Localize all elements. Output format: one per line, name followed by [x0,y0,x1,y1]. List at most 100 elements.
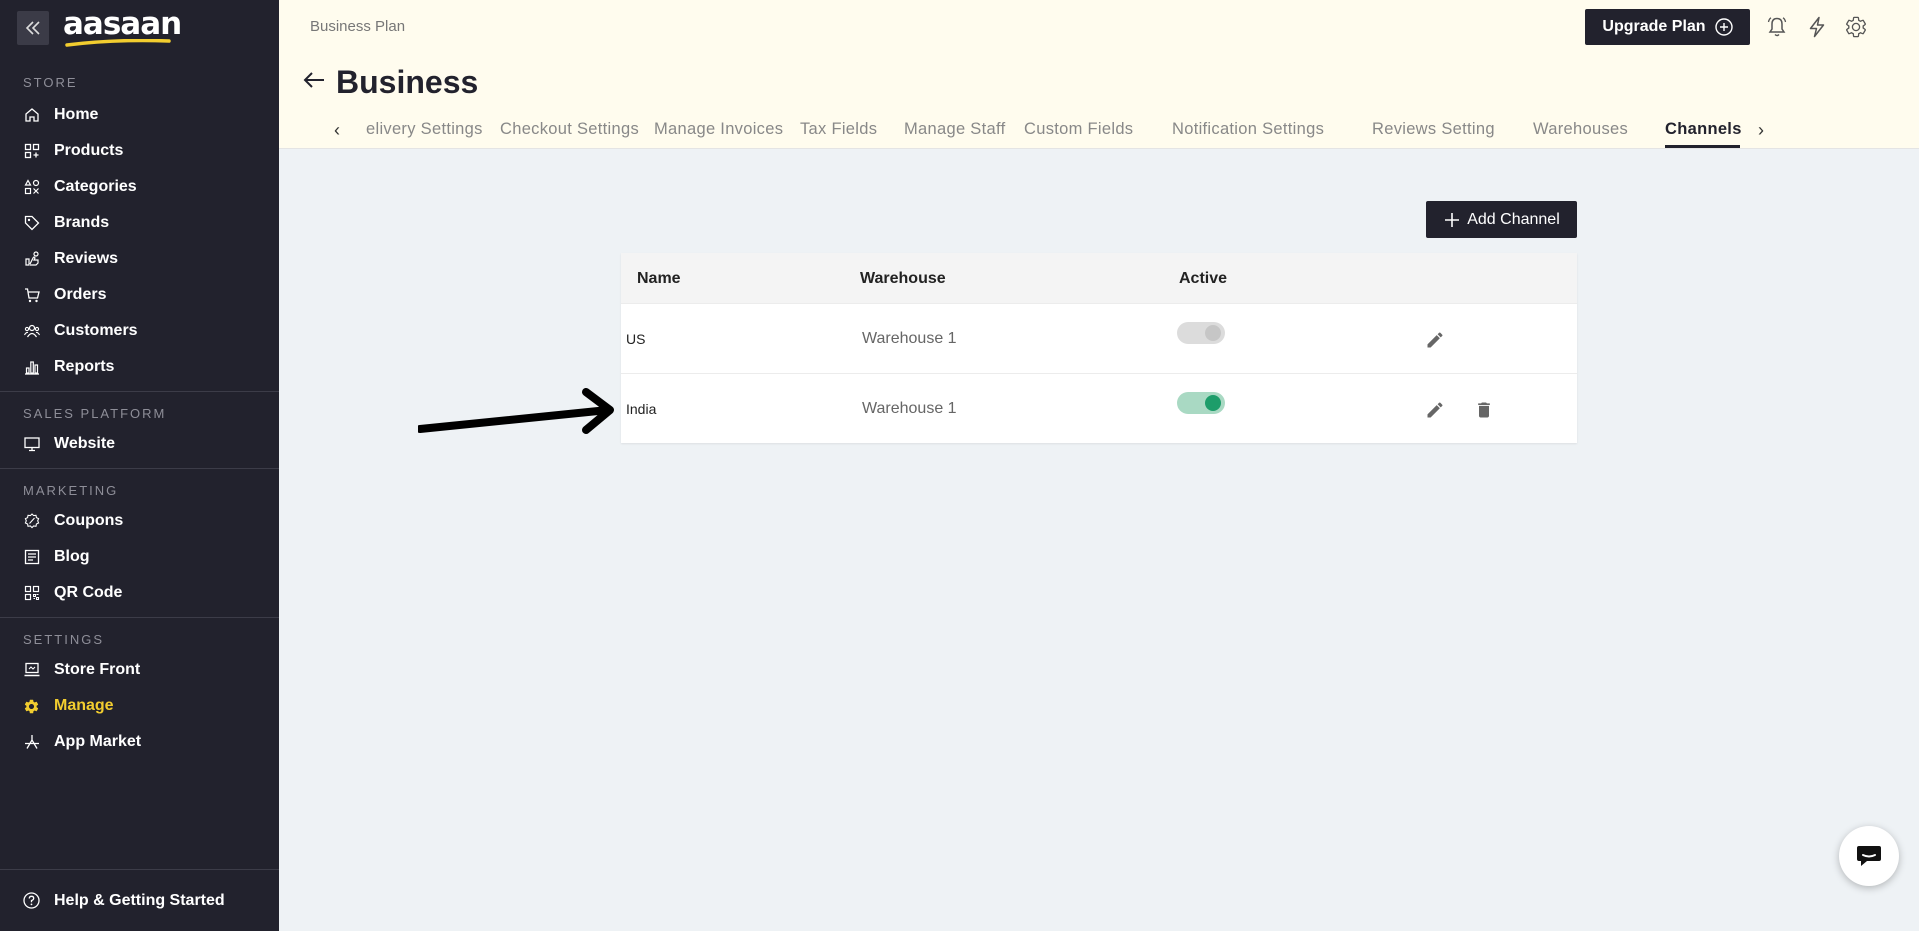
users-icon [23,323,40,340]
sidebar-item-label: Coupons [54,512,124,529]
store-front-icon [23,662,40,679]
settings-gear-icon[interactable] [1844,15,1868,39]
channel-name: India [626,401,657,417]
tab-custom-fields[interactable]: Custom Fields [1024,120,1133,139]
table-header: Name Warehouse Active [621,253,1577,303]
bar-chart-icon [23,359,40,376]
sidebar-header: aasaan [0,0,279,55]
gear-icon [23,698,40,715]
column-warehouse: Warehouse [860,270,946,287]
add-channel-button[interactable]: Add Channel [1426,201,1577,238]
monitor-icon [23,436,40,453]
sidebar-item-label: Products [54,142,124,159]
plus-circle-icon [1714,18,1733,36]
chat-bubble-icon [1857,846,1881,866]
toggle-knob [1205,325,1221,341]
table-row: India Warehouse 1 [621,373,1577,443]
tabs-scroll-right-icon[interactable]: › [1753,120,1769,141]
sidebar-item-customers[interactable]: Customers [0,313,279,349]
help-getting-started[interactable]: Help & Getting Started [0,869,279,931]
logo-swoosh [65,39,171,47]
sidebar-item-label: Website [54,435,116,452]
categories-icon [23,179,40,196]
tab-delivery-settings[interactable]: elivery Settings [366,120,483,139]
sidebar-item-home[interactable]: Home [0,97,279,133]
lightning-icon[interactable] [1805,15,1829,39]
channel-name: US [626,331,646,347]
collapse-sidebar-button[interactable] [17,10,49,45]
header: Business Plan Upgrade Plan Business ‹ el… [279,0,1919,149]
tab-notification-settings[interactable]: Notification Settings [1172,120,1324,139]
sidebar-item-label: Reviews [54,250,119,267]
section-store: STORE [23,75,78,90]
sidebar-item-categories[interactable]: Categories [0,169,279,205]
add-channel-label: Add Channel [1467,210,1560,228]
blog-icon [23,549,40,566]
help-icon [23,892,40,909]
edit-pencil-icon[interactable] [1425,330,1445,350]
tab-warehouses[interactable]: Warehouses [1533,120,1628,139]
tab-manage-staff[interactable]: Manage Staff [904,120,1005,139]
tabs-scroll-left-icon[interactable]: ‹ [329,120,345,141]
sidebar-item-website[interactable]: Website [0,426,279,462]
back-arrow-icon[interactable] [302,70,326,90]
column-active: Active [1179,270,1228,287]
sidebar-item-coupons[interactable]: Coupons [0,503,279,539]
tab-channels[interactable]: Channels [1665,120,1742,139]
active-tab-indicator [1665,145,1740,148]
sidebar: aasaan STORE Home Products Categories Br… [0,0,279,931]
tab-reviews-setting[interactable]: Reviews Setting [1372,120,1495,139]
sidebar-item-orders[interactable]: Orders [0,277,279,313]
page-title: Business [336,64,479,100]
tab-tax-fields[interactable]: Tax Fields [800,120,877,139]
notifications-bell-icon[interactable] [1765,15,1789,39]
edit-pencil-icon[interactable] [1425,400,1445,420]
cart-icon [23,287,40,304]
reviews-icon [23,251,40,268]
tag-icon [23,215,40,232]
sidebar-item-app-market[interactable]: App Market [0,724,279,760]
channel-warehouse: Warehouse 1 [862,400,957,417]
active-toggle[interactable] [1177,392,1225,414]
sidebar-item-label: Brands [54,214,110,231]
tab-checkout-settings[interactable]: Checkout Settings [500,120,639,139]
sidebar-item-label: Categories [54,178,137,195]
sidebar-item-label: QR Code [54,584,123,601]
sidebar-item-label: App Market [54,733,142,750]
sidebar-item-qr-code[interactable]: QR Code [0,575,279,611]
sidebar-item-reports[interactable]: Reports [0,349,279,385]
plus-icon [1443,211,1461,229]
sidebar-item-label: Orders [54,286,107,303]
upgrade-plan-button[interactable]: Upgrade Plan [1585,9,1750,45]
sidebar-item-label: Manage [54,697,114,714]
sidebar-item-manage[interactable]: Manage [0,688,279,724]
coupon-icon [23,513,40,530]
logo-text: aasaan [63,6,182,42]
column-name: Name [637,270,681,287]
sidebar-item-store-front[interactable]: Store Front [0,652,279,688]
section-settings: SETTINGS [23,632,105,647]
sidebar-item-label: Reports [54,358,115,375]
sidebar-item-reviews[interactable]: Reviews [0,241,279,277]
active-toggle[interactable] [1177,322,1225,344]
sidebar-item-products[interactable]: Products [0,133,279,169]
sidebar-item-brands[interactable]: Brands [0,205,279,241]
annotation-arrow-icon [418,388,614,434]
chat-widget-button[interactable] [1839,826,1899,886]
channel-warehouse: Warehouse 1 [862,330,957,347]
channels-table: Name Warehouse Active US Warehouse 1 Ind… [621,253,1577,443]
products-icon [23,143,40,160]
table-row: US Warehouse 1 [621,303,1577,373]
double-chevron-left-icon [25,20,40,35]
sidebar-item-blog[interactable]: Blog [0,539,279,575]
section-marketing: MARKETING [23,483,119,498]
delete-trash-icon[interactable] [1474,400,1494,420]
plan-label: Business Plan [310,18,406,35]
home-icon [23,107,40,124]
sidebar-item-label: Store Front [54,661,141,678]
qr-code-icon [23,585,40,602]
settings-tabs: ‹ elivery Settings Checkout Settings Man… [329,116,1889,148]
app-market-icon [23,734,40,751]
tab-manage-invoices[interactable]: Manage Invoices [654,120,783,139]
section-sales-platform: SALES PLATFORM [23,406,167,421]
